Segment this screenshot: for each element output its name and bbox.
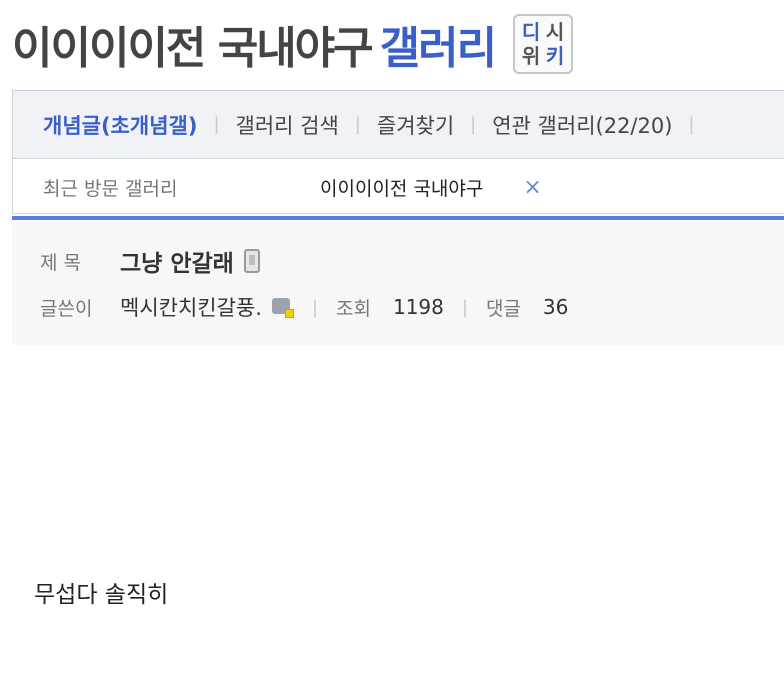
gallery-name[interactable]: 이이이이전 국내야구 xyxy=(12,23,374,74)
gallery-nav: 개념글(초개념갤) | 갤러리 검색 | 즐겨찾기 | 연관 갤러리(22/20… xyxy=(12,90,784,214)
tab-related-galleries[interactable]: 연관 갤러리(22/20) xyxy=(492,110,672,140)
gallery-title[interactable]: 이이이이전 국내야구 갤러리 xyxy=(12,12,497,76)
wiki-badge-char: 디 xyxy=(521,20,541,44)
title-label: 제 목 xyxy=(40,251,81,274)
dcwiki-button[interactable]: 디 시 위 키 xyxy=(513,14,574,74)
close-icon[interactable]: × xyxy=(523,175,541,200)
tab-gallery-search[interactable]: 갤러리 검색 xyxy=(236,110,339,140)
wiki-badge-char: 시 xyxy=(545,20,565,44)
gallog-icon[interactable] xyxy=(271,296,294,318)
post-title-row: 제 목 그냥 안갈래 xyxy=(40,244,260,278)
meta-divider: | xyxy=(461,296,468,318)
post-info-row: 글쓴이 멕시칸치킨갈풍. | 조회 1198 | 댓글 36 xyxy=(40,292,568,322)
tab-divider: | xyxy=(688,114,695,135)
comments-count[interactable]: 36 xyxy=(543,295,568,319)
tab-concept-posts[interactable]: 개념글(초개념갤) xyxy=(43,110,197,140)
views-count: 1198 xyxy=(392,295,444,319)
section-divider xyxy=(12,216,784,220)
author-label: 글쓴이 xyxy=(40,297,93,320)
tab-divider: | xyxy=(354,114,361,135)
recent-galleries: 최근 방문 갤러리 이이이이전 국내야구 × xyxy=(13,159,784,215)
wiki-badge-char: 위 xyxy=(521,44,541,68)
mobile-icon xyxy=(243,249,260,273)
tab-divider: | xyxy=(213,114,220,135)
author-name[interactable]: 멕시칸치킨갈풍. xyxy=(120,292,262,322)
recent-gallery-link[interactable]: 이이이이전 국내야구 xyxy=(320,174,483,201)
wiki-badge-char: 키 xyxy=(545,44,565,68)
tab-divider: | xyxy=(470,114,477,135)
post-title: 그냥 안갈래 xyxy=(120,251,234,277)
tab-favorites[interactable]: 즐겨찾기 xyxy=(377,110,454,140)
views-label: 조회 xyxy=(336,297,371,320)
recent-galleries-label: 최근 방문 갤러리 xyxy=(43,177,178,200)
meta-divider: | xyxy=(311,296,318,318)
post-header: 제 목 그냥 안갈래 글쓴이 멕시칸치킨갈풍. | 조회 1198 | 댓글 3… xyxy=(12,222,784,345)
tab-bar: 개념글(초개념갤) | 갤러리 검색 | 즐겨찾기 | 연관 갤러리(22/20… xyxy=(13,91,784,159)
gallery-suffix[interactable]: 갤러리 xyxy=(380,23,497,74)
gallery-header: 이이이이전 국내야구 갤러리 디 시 위 키 xyxy=(12,6,784,82)
comments-label: 댓글 xyxy=(485,297,521,320)
post-body: 무섭다 솔직히 xyxy=(34,582,169,608)
